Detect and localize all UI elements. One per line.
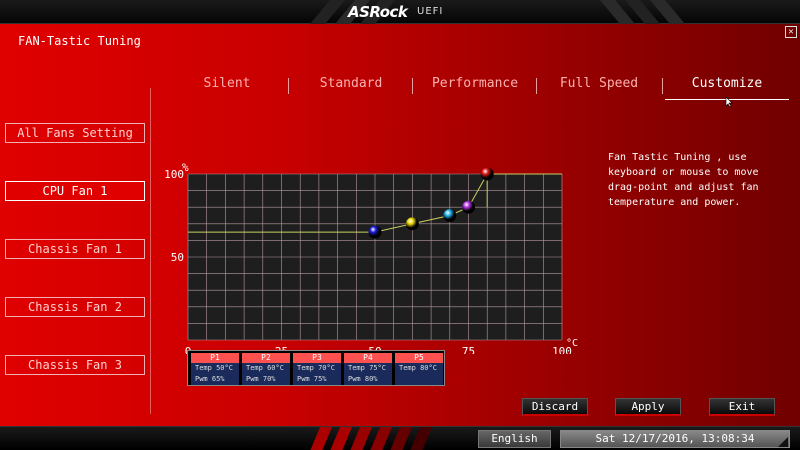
drag-point-p4[interactable] — [462, 200, 475, 214]
drag-point-p2[interactable] — [405, 217, 419, 231]
bottom-stripes-decoration — [310, 427, 432, 450]
discard-button[interactable]: Discard — [522, 398, 588, 416]
y-tick-label: 50 — [171, 251, 184, 264]
datetime-display: Sat 12/17/2016, 13:08:34 — [560, 430, 790, 448]
tab-full-speed[interactable]: Full Speed — [537, 74, 661, 100]
tab-standard[interactable]: Standard — [289, 74, 413, 100]
point-title: P4 — [344, 353, 392, 363]
point-box-p1[interactable]: P1 Temp 50°C Pwm 65% — [191, 353, 239, 385]
x-tick-label: 75 — [462, 345, 475, 354]
point-box-p2[interactable]: P2 Temp 60°C Pwm 70% — [242, 353, 290, 385]
uefi-label: UEFI — [417, 6, 444, 17]
mouse-cursor-icon — [725, 96, 733, 108]
x-unit-label: °C — [566, 338, 578, 349]
point-box-p5[interactable]: P5 Temp 80°C — [395, 353, 443, 385]
language-button[interactable]: English — [478, 430, 551, 448]
fan-curve-chart[interactable]: 025507510050100%°C — [160, 134, 590, 354]
asrock-logo: ASRock — [348, 3, 408, 21]
tab-performance[interactable]: Performance — [413, 74, 537, 100]
point-temp: Temp 80°C — [399, 364, 437, 372]
point-title: P5 — [395, 353, 443, 363]
point-pwm: Pwm 70% — [246, 375, 276, 383]
sidebar-item-all-fans-setting[interactable]: All Fans Setting — [5, 123, 145, 143]
main-panel: FAN-Tastic Tuning ✕ Silent Standard Perf… — [0, 24, 800, 426]
bottom-bar: English Sat 12/17/2016, 13:08:34 — [0, 426, 800, 450]
close-button[interactable]: ✕ — [785, 26, 797, 38]
point-temp: Temp 60°C — [246, 364, 284, 372]
apply-button[interactable]: Apply — [615, 398, 681, 416]
point-title: P2 — [242, 353, 290, 363]
point-temp: Temp 75°C — [348, 364, 386, 372]
point-table: P1 Temp 50°C Pwm 65% P2 Temp 60°C Pwm 70… — [187, 350, 445, 386]
point-box-p4[interactable]: P4 Temp 75°C Pwm 80% — [344, 353, 392, 385]
corner-decoration — [778, 437, 788, 447]
sidebar-item-chassis-fan-2[interactable]: Chassis Fan 2 — [5, 297, 145, 317]
profile-tabs: Silent Standard Performance Full Speed C… — [165, 74, 789, 102]
drag-point-p3[interactable] — [443, 209, 457, 222]
point-pwm: Pwm 75% — [297, 375, 327, 383]
sidebar-item-chassis-fan-3[interactable]: Chassis Fan 3 — [5, 355, 145, 375]
point-temp: Temp 50°C — [195, 364, 233, 372]
point-pwm: Pwm 65% — [195, 375, 225, 383]
point-pwm: Pwm 80% — [348, 375, 378, 383]
sidebar-item-cpu-fan-1[interactable]: CPU Fan 1 — [5, 181, 145, 201]
right-stripes-decoration — [600, 0, 685, 24]
drag-point-p5[interactable] — [480, 167, 494, 181]
tab-separator — [662, 78, 663, 94]
point-title: P3 — [293, 353, 341, 363]
sidebar-divider — [150, 88, 151, 414]
point-title: P1 — [191, 353, 239, 363]
point-box-p3[interactable]: P3 Temp 70°C Pwm 75% — [293, 353, 341, 385]
point-temp: Temp 70°C — [297, 364, 335, 372]
help-text: Fan Tastic Tuning , use keyboard or mous… — [608, 152, 759, 208]
sidebar-item-chassis-fan-1[interactable]: Chassis Fan 1 — [5, 239, 145, 259]
top-bar: ASRock UEFI — [0, 0, 800, 24]
y-unit-label: % — [182, 161, 189, 174]
drag-point-p1[interactable] — [368, 225, 382, 239]
exit-button[interactable]: Exit — [709, 398, 775, 416]
tab-silent[interactable]: Silent — [165, 74, 289, 100]
page-title: FAN-Tastic Tuning — [18, 34, 141, 48]
